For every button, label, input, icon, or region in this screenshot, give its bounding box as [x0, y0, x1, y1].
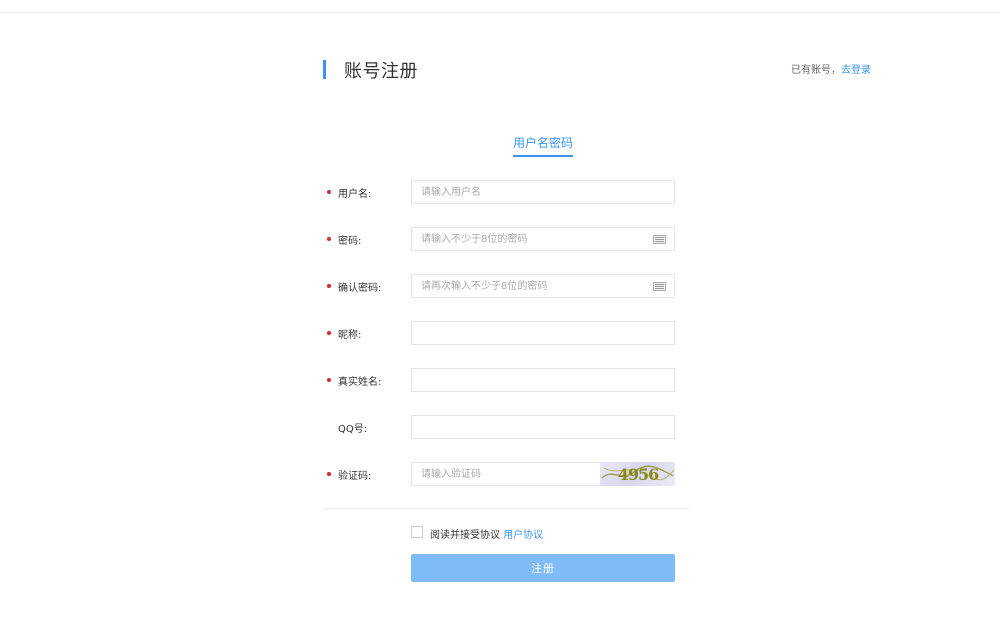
confirm-password-input[interactable]	[412, 275, 674, 297]
required-marker	[327, 331, 331, 335]
form-row-username: 用户名:	[0, 180, 1000, 206]
keyboard-icon[interactable]	[653, 235, 666, 244]
tab-username-password[interactable]: 用户名密码	[513, 134, 573, 151]
real-name-input[interactable]	[412, 369, 674, 391]
password-input[interactable]	[412, 228, 674, 250]
agreement-text: 阅读并接受协议 用户协议	[430, 526, 543, 541]
form-divider	[323, 508, 690, 509]
title-accent-bar	[323, 60, 326, 79]
password-label: 密码:	[338, 236, 362, 247]
tab-active-underline	[513, 155, 573, 157]
form-row-nickname: 昵称:	[0, 321, 1000, 347]
captcha-image[interactable]: 4956	[600, 462, 675, 486]
top-divider	[0, 12, 1000, 13]
qq-input[interactable]	[412, 416, 674, 438]
agreement-prefix: 阅读并接受协议	[430, 530, 500, 541]
form-row-password: 密码:	[0, 227, 1000, 253]
required-marker	[327, 472, 331, 476]
captcha-field-box	[411, 462, 601, 486]
login-hint-text: 已有账号，	[791, 65, 841, 76]
confirm-password-field-box	[411, 274, 675, 298]
keyboard-icon[interactable]	[653, 282, 666, 291]
username-input[interactable]	[412, 181, 674, 203]
required-marker	[327, 378, 331, 382]
qq-field-box	[411, 415, 675, 439]
real-name-label: 真实姓名:	[338, 377, 382, 388]
captcha-graphic: 4956	[601, 465, 675, 484]
username-field-box	[411, 180, 675, 204]
username-label: 用户名:	[338, 189, 372, 200]
nickname-field-box	[411, 321, 675, 345]
password-field-box	[411, 227, 675, 251]
confirm-password-label: 确认密码:	[338, 283, 382, 294]
required-marker	[327, 190, 331, 194]
captcha-text: 4956	[618, 465, 659, 484]
login-hint: 已有账号，去登录	[791, 61, 871, 76]
real-name-field-box	[411, 368, 675, 392]
form-row-qq: QQ号:	[0, 415, 1000, 441]
nickname-label: 昵称:	[338, 330, 362, 341]
form-row-real-name: 真实姓名:	[0, 368, 1000, 394]
required-marker	[327, 284, 331, 288]
form-row-confirm-password: 确认密码:	[0, 274, 1000, 300]
agreement-checkbox[interactable]	[411, 526, 423, 538]
user-agreement-link[interactable]: 用户协议	[503, 530, 543, 541]
qq-label: QQ号:	[338, 424, 368, 435]
required-marker	[327, 237, 331, 241]
register-button[interactable]: 注册	[411, 554, 675, 582]
login-link[interactable]: 去登录	[841, 65, 871, 76]
form-row-captcha: 验证码: 4956	[0, 462, 1000, 488]
page-title: 账号注册	[344, 61, 418, 82]
nickname-input[interactable]	[412, 322, 674, 344]
captcha-input[interactable]	[412, 463, 600, 485]
captcha-label: 验证码:	[338, 471, 372, 482]
